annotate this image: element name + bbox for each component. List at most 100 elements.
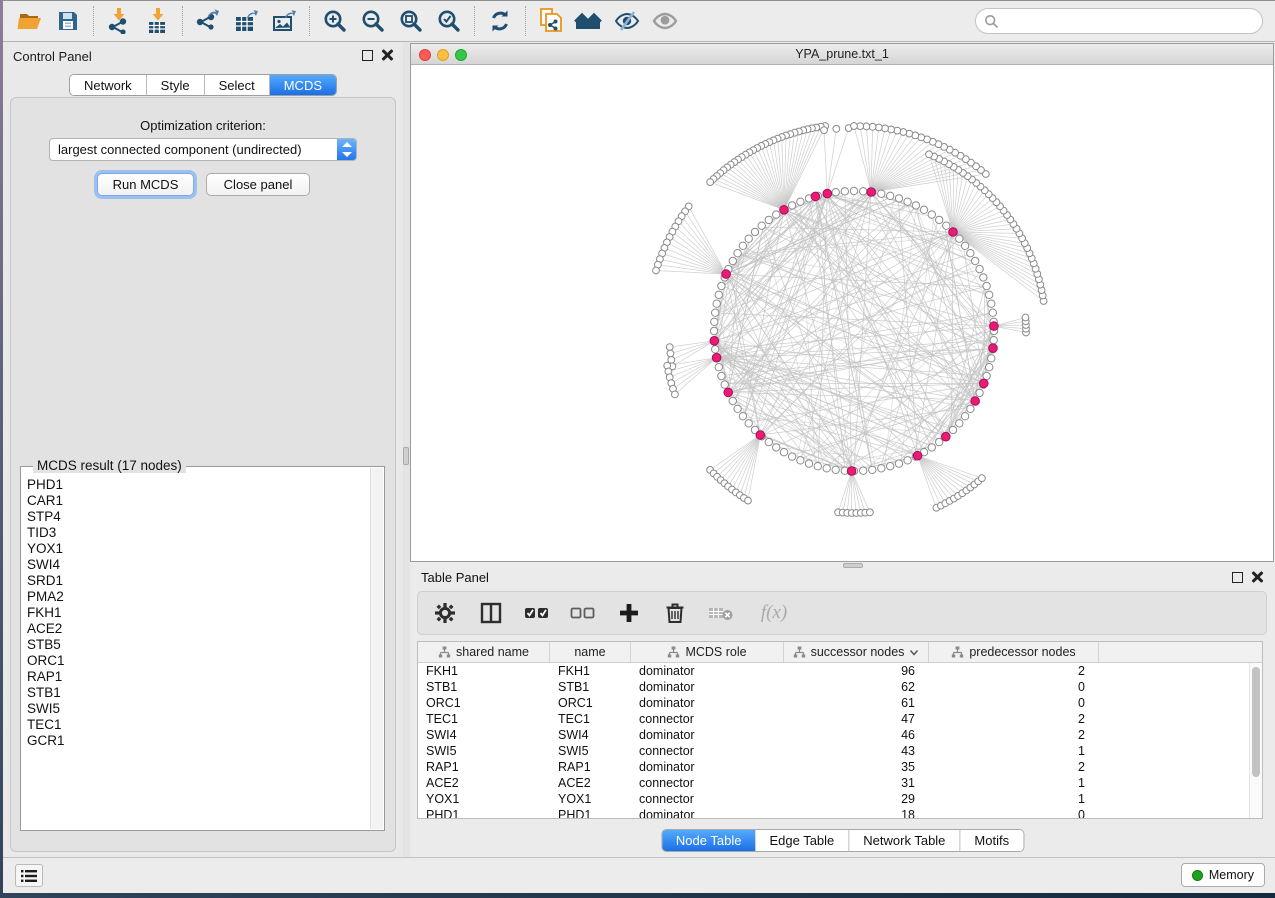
mcds-result-item[interactable]: GCR1 [27,733,370,749]
export-table-button[interactable] [227,4,265,38]
table-row[interactable]: FKH1FKH1dominator962 [418,663,1249,679]
import-table-button[interactable] [138,4,176,38]
cell-shared_name: ORC1 [418,696,550,710]
splitter-grip[interactable] [403,447,409,465]
panel-menu-button[interactable] [15,864,43,887]
zoom-fit-button[interactable] [392,4,430,38]
mcds-result-item[interactable]: PMA2 [27,589,370,605]
table-scrollbar[interactable] [1249,663,1262,818]
cell-predecessor_nodes: 1 [929,744,1099,758]
cell-predecessor_nodes: 1 [929,776,1099,790]
table-row[interactable]: RAP1RAP1dominator352 [418,759,1249,775]
import-network-button[interactable] [100,4,138,38]
vertical-splitter[interactable] [403,42,410,857]
toolbar-separator [93,6,94,36]
select-all-rows-button[interactable] [524,600,550,626]
table-row[interactable]: TEC1TEC1connector472 [418,711,1249,727]
add-column-button[interactable] [616,600,642,626]
cell-successor_nodes: 29 [784,792,929,806]
close-panel-icon[interactable] [1251,571,1263,583]
mcds-result-item[interactable]: YOX1 [27,541,370,557]
open-file-button[interactable] [11,4,49,38]
mcds-result-item[interactable]: TID3 [27,525,370,541]
horizontal-splitter-grip[interactable] [843,563,863,568]
mcds-result-item[interactable]: SRD1 [27,573,370,589]
function-builder-button: f(x) [754,600,794,626]
mcds-result-item[interactable]: TEC1 [27,717,370,733]
float-panel-icon[interactable] [1232,572,1243,583]
search-input[interactable] [999,14,1262,29]
column-header-name[interactable]: name [550,642,631,662]
list-menu-icon [21,869,37,883]
refresh-button[interactable] [481,4,519,38]
delete-column-button[interactable] [662,600,688,626]
column-settings-button[interactable] [432,600,458,626]
mcds-result-item[interactable]: ORC1 [27,653,370,669]
fx-icon: f(x) [761,602,787,624]
search-box[interactable] [975,8,1263,34]
show-graphics-details-button[interactable] [646,4,684,38]
mcds-result-item[interactable]: CAR1 [27,493,370,509]
close-panel-icon[interactable] [381,49,393,61]
mcds-result-item[interactable]: PHD1 [27,477,370,493]
mcds-result-item[interactable]: STP4 [27,509,370,525]
cell-mcds_role: connector [631,712,784,726]
mcds-result-item[interactable]: SWI4 [27,557,370,573]
open-folder-icon [17,9,43,33]
tab-network-table[interactable]: Network Table [849,830,960,851]
run-mcds-button[interactable]: Run MCDS [97,173,194,196]
export-image-button[interactable] [265,4,303,38]
network-window-titlebar[interactable]: YPA_prune.txt_1 [411,44,1273,65]
mcds-result-item[interactable]: RAP1 [27,669,370,685]
close-panel-button[interactable]: Close panel [206,173,310,196]
table-row[interactable]: SWI4SWI4dominator462 [418,727,1249,743]
tab-style[interactable]: Style [147,75,205,95]
save-session-button[interactable] [49,4,87,38]
clone-network-button[interactable] [532,4,570,38]
column-header-successor-nodes[interactable]: successor nodes [784,642,929,662]
cell-shared_name: SWI5 [418,744,550,758]
mcds-result-list[interactable]: PHD1CAR1STP4TID3YOX1SWI4SRD1PMA2FKH1ACE2… [27,477,370,826]
table-row[interactable]: ORC1ORC1dominator610 [418,695,1249,711]
mcds-result-item[interactable]: STB1 [27,685,370,701]
zoom-selected-button[interactable] [430,4,468,38]
zoom-in-button[interactable] [316,4,354,38]
mcds-result-item[interactable]: ACE2 [27,621,370,637]
deselect-all-rows-button[interactable] [570,600,596,626]
tab-select[interactable]: Select [205,75,270,95]
table-row[interactable]: SWI5SWI5connector431 [418,743,1249,759]
mcds-result-item[interactable]: FKH1 [27,605,370,621]
tab-motifs[interactable]: Motifs [960,830,1023,851]
mcds-result-item[interactable]: STB5 [27,637,370,653]
scrollbar-thumb[interactable] [1252,667,1260,777]
cell-name: FKH1 [550,664,631,678]
column-header-MCDS-role[interactable]: MCDS role [631,642,784,662]
export-network-button[interactable] [189,4,227,38]
tab-network[interactable]: Network [70,75,147,95]
network-overview-button[interactable] [570,4,608,38]
cell-successor_nodes: 46 [784,728,929,742]
tab-node-table[interactable]: Node Table [662,830,756,851]
cell-predecessor_nodes: 1 [929,792,1099,806]
tab-edge-table[interactable]: Edge Table [755,830,849,851]
mcds-result-item[interactable]: SWI5 [27,701,370,717]
memory-button[interactable]: Memory [1181,863,1265,887]
hide-graphics-details-button[interactable] [608,4,646,38]
houses-icon [574,9,604,33]
table-row[interactable]: ACE2ACE2connector311 [418,775,1249,791]
column-header-predecessor-nodes[interactable]: predecessor nodes [929,642,1099,662]
column-header-shared-name[interactable]: shared name [418,642,550,662]
tab-mcds[interactable]: MCDS [270,75,336,95]
table-row[interactable]: PHD1PHD1dominator180 [418,807,1249,819]
mcds-result-scrollbar[interactable] [370,468,383,829]
unchecked-boxes-icon [570,604,596,622]
network-graph[interactable] [411,65,1275,562]
zoom-out-button[interactable] [354,4,392,38]
show-columns-button[interactable] [478,600,504,626]
criterion-select[interactable]: largest connected component (undirected) [49,138,357,161]
float-panel-icon[interactable] [362,50,373,61]
table-row[interactable]: YOX1YOX1connector291 [418,791,1249,807]
zoom-fit-icon [398,8,424,34]
table-row[interactable]: STB1STB1dominator620 [418,679,1249,695]
network-canvas[interactable] [411,65,1273,561]
